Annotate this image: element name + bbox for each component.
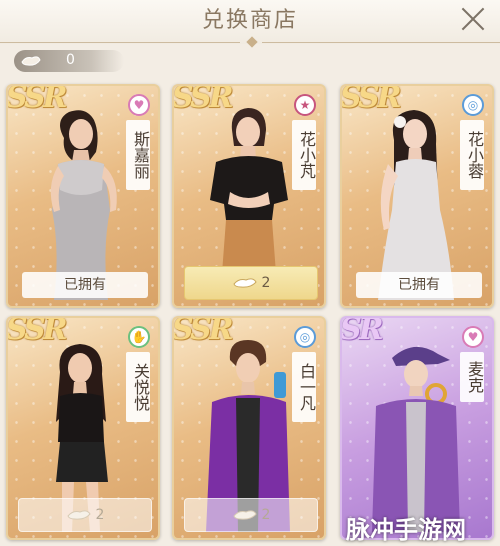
character-name: 白一凡 bbox=[292, 352, 316, 422]
close-icon[interactable] bbox=[458, 4, 488, 34]
page-title: 兑换商店 bbox=[201, 8, 298, 33]
character-card-4[interactable]: SSR ✋ 关悦悦 2 bbox=[6, 316, 160, 540]
rarity-badge: SSR bbox=[340, 84, 402, 115]
token-icon bbox=[21, 56, 41, 66]
price-value: 2 bbox=[261, 507, 271, 523]
owned-status: 已拥有 bbox=[22, 272, 148, 298]
character-card-5[interactable]: SSR ◎ 白一凡 2 bbox=[172, 316, 326, 540]
rarity-badge: SSR bbox=[172, 84, 234, 115]
foot-icon: ✋ bbox=[128, 326, 150, 348]
character-name: 花小芃 bbox=[292, 120, 316, 190]
token-icon bbox=[66, 510, 91, 520]
circle-icon: ◎ bbox=[294, 326, 316, 348]
character-card-6[interactable]: SR ♥ 麦克 bbox=[340, 316, 494, 540]
title-divider-right bbox=[262, 42, 500, 43]
exchange-price-button[interactable]: 2 bbox=[184, 498, 318, 532]
title-divider-left bbox=[0, 42, 240, 43]
exchange-price-button[interactable]: 2 bbox=[18, 498, 152, 532]
rarity-badge: SSR bbox=[6, 84, 68, 115]
token-icon bbox=[232, 510, 257, 520]
star-icon: ★ bbox=[294, 94, 316, 116]
heart-icon: ♥ bbox=[462, 326, 484, 348]
price-value: 2 bbox=[261, 275, 271, 291]
heart-icon: ♥ bbox=[128, 94, 150, 116]
character-portrait bbox=[372, 346, 460, 532]
owned-status: 已拥有 bbox=[356, 272, 482, 298]
character-card-2[interactable]: SSR ★ 花小芃 2 bbox=[172, 84, 326, 308]
title-diamond-ornament bbox=[246, 36, 258, 48]
character-card-3[interactable]: SSR ◎ 花小蓉 已拥有 bbox=[340, 84, 494, 308]
site-watermark: 脉冲手游网 bbox=[346, 516, 466, 544]
shop-header: 兑换商店 bbox=[0, 0, 500, 48]
currency-display: 0 bbox=[14, 50, 124, 72]
rarity-badge: SSR bbox=[172, 316, 234, 347]
character-name: 斯嘉丽 bbox=[126, 120, 150, 190]
price-value: 2 bbox=[95, 507, 105, 523]
character-name: 花小蓉 bbox=[460, 120, 484, 190]
currency-value: 0 bbox=[66, 52, 75, 68]
character-card-1[interactable]: SSR ♥ 斯嘉丽 已拥有 bbox=[6, 84, 160, 308]
exchange-price-button[interactable]: 2 bbox=[184, 266, 318, 300]
token-icon bbox=[232, 278, 257, 288]
rarity-badge: SSR bbox=[6, 316, 68, 347]
character-name: 麦克 bbox=[460, 352, 484, 402]
circle-icon: ◎ bbox=[462, 94, 484, 116]
character-name: 关悦悦 bbox=[126, 352, 150, 422]
rarity-badge: SR bbox=[340, 316, 384, 347]
